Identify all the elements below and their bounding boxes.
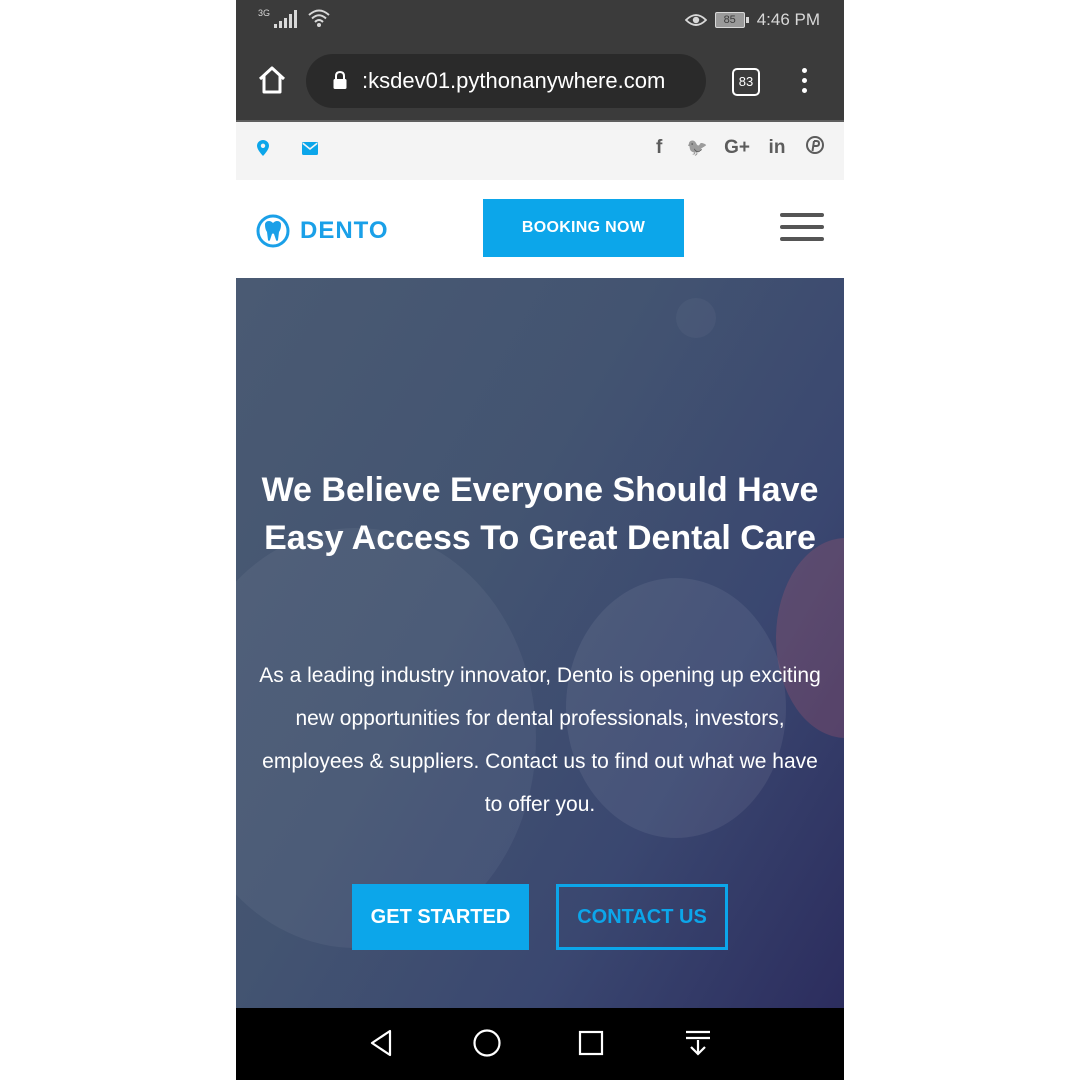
twitter-icon[interactable]: 🐦: [686, 138, 708, 158]
status-left: 3G: [258, 8, 331, 28]
status-bar: 3G 85 4:46 PM: [236, 0, 844, 42]
browser-toolbar: :ksdev01.pythonanywhere.com 83: [236, 42, 844, 120]
social-links: f 🐦 G+ in: [648, 136, 826, 160]
hero-section: We Believe Everyone Should Have Easy Acc…: [236, 278, 844, 1008]
back-icon[interactable]: [368, 1028, 394, 1058]
network-type: 3G: [258, 8, 271, 18]
status-right: 85 4:46 PM: [684, 10, 820, 30]
hamburger-menu-icon[interactable]: [780, 213, 824, 243]
signal-icon: [274, 10, 298, 28]
url-text[interactable]: :ksdev01.pythonanywhere.com: [362, 68, 665, 94]
location-pin-icon[interactable]: [257, 140, 269, 156]
clock: 4:46 PM: [756, 10, 820, 29]
tooth-logo-icon: [256, 214, 290, 248]
recents-icon[interactable]: [578, 1030, 604, 1056]
phone-screen: 3G 85 4:46 PM:ksdev01.pythonanywhere.co…: [236, 0, 844, 1080]
system-nav-bar: [236, 1008, 844, 1080]
logo[interactable]: DENTO: [256, 214, 389, 248]
facebook-icon[interactable]: f: [648, 137, 670, 159]
logo-text: DENTO: [300, 217, 389, 244]
home-icon[interactable]: [254, 62, 290, 98]
hero-background-shape: [676, 298, 716, 338]
linkedin-icon[interactable]: in: [766, 137, 788, 159]
home-circle-icon[interactable]: [472, 1028, 502, 1058]
get-started-button[interactable]: GET STARTED: [352, 884, 529, 950]
booking-now-button[interactable]: BOOKING NOW: [483, 199, 684, 257]
top-info-bar: f 🐦 G+ in: [236, 120, 844, 180]
address-bar[interactable]: :ksdev01.pythonanywhere.com: [306, 54, 706, 108]
menu-icon[interactable]: [798, 68, 810, 96]
wifi-icon: [308, 9, 330, 27]
eye-icon: [684, 14, 707, 26]
site-header: DENTO BOOKING NOW: [236, 180, 844, 278]
envelope-icon[interactable]: [302, 142, 318, 155]
hero-description: As a leading industry innovator, Dento i…: [259, 664, 821, 816]
pinterest-icon[interactable]: [804, 136, 826, 160]
tabs-count-button[interactable]: 83: [732, 68, 760, 96]
hero-title: We Believe Everyone Should Have Easy Acc…: [261, 471, 819, 557]
lock-icon: [333, 70, 347, 89]
google-plus-icon[interactable]: G+: [724, 137, 750, 159]
battery-icon: 85: [714, 12, 749, 28]
notification-pull-icon[interactable]: [684, 1028, 712, 1058]
contact-us-button[interactable]: CONTACT US: [556, 884, 728, 950]
